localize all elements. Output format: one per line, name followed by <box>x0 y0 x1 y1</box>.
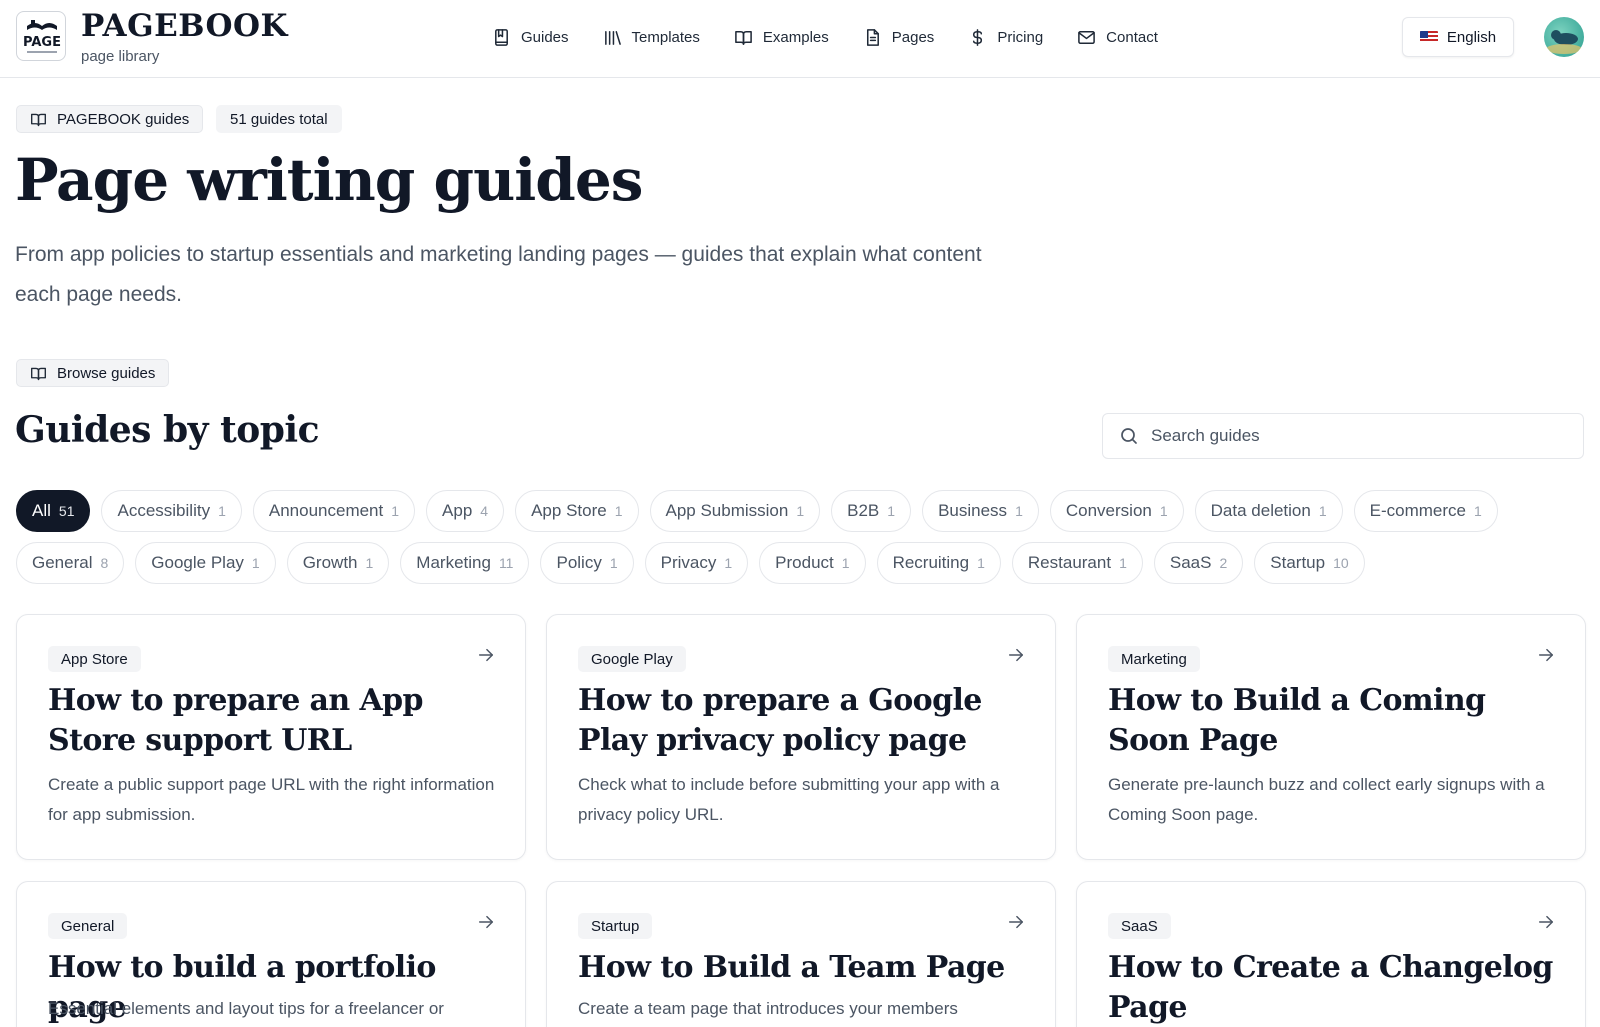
guide-card[interactable]: Marketing How to Build a Coming Soon Pag… <box>1076 614 1586 860</box>
card-title: How to prepare an App Store support URL <box>48 683 423 758</box>
guide-card[interactable]: Startup How to Build a Team Page Create … <box>546 881 1056 1027</box>
card-description: Create a team page that introduces your … <box>578 999 958 1018</box>
filter-chip-b2b[interactable]: B2B 1 <box>831 490 912 532</box>
document-icon <box>866 28 879 46</box>
filter-chip-data-deletion[interactable]: Data deletion 1 <box>1194 490 1343 532</box>
brand-name[interactable]: PAGEBOOK <box>81 8 288 44</box>
filter-chip-business[interactable]: Business 1 <box>922 490 1039 532</box>
user-avatar[interactable] <box>1544 17 1584 57</box>
filter-chip-marketing[interactable]: Marketing 11 <box>400 542 530 584</box>
nav-contact-label: Contact <box>1106 28 1158 46</box>
search-input[interactable] <box>1151 426 1551 446</box>
filter-chip-announcement[interactable]: Announcement 1 <box>252 490 416 532</box>
card-tag: SaaS <box>1108 913 1171 939</box>
card-description: Create a public support page URL with th… <box>48 775 495 824</box>
arrow-right-icon <box>1008 915 1024 929</box>
section-title: Guides by topic <box>15 409 320 451</box>
guide-card[interactable]: App Store How to prepare an App Store su… <box>16 614 526 860</box>
nav-guides-label: Guides <box>521 28 569 46</box>
filter-chip-all[interactable]: All 51 <box>16 490 91 532</box>
search-box[interactable] <box>1102 413 1584 459</box>
nav-pricing[interactable]: Pricing <box>968 24 1043 50</box>
topic-filters-row-2: General 8 Google Play 1 Growth 1 Marketing 1… <box>16 542 1376 584</box>
filter-chip-google-play[interactable]: Google Play 1 <box>135 542 276 584</box>
card-tag: General <box>48 913 128 939</box>
bookmark-book-icon <box>495 28 508 46</box>
guides-total-label: 51 guides total <box>230 110 328 128</box>
mail-icon <box>1078 30 1096 44</box>
guide-card[interactable]: General How to build a portfolio page Es… <box>16 881 526 1027</box>
card-description: Check what to include before submitting … <box>578 775 1000 824</box>
filter-chip-restaurant[interactable]: Restaurant 1 <box>1011 542 1143 584</box>
filter-chip-saas[interactable]: SaaS 2 <box>1153 542 1244 584</box>
guide-card[interactable]: SaaS How to Create a Changelog Page <box>1076 881 1586 1027</box>
open-book-icon <box>31 113 46 126</box>
card-tag: Marketing <box>1108 646 1200 672</box>
guide-card[interactable]: Google Play How to prepare a Google Play… <box>546 614 1056 860</box>
nav-pages-label: Pages <box>891 28 935 46</box>
brand-tagline: page library <box>81 48 160 65</box>
filter-chip-policy[interactable]: Policy 1 <box>540 542 634 584</box>
avatar-image-icon <box>1546 30 1582 54</box>
browse-badge: Browse guides <box>16 359 170 387</box>
nav-pricing-label: Pricing <box>997 28 1044 46</box>
arrow-right-icon <box>478 915 494 929</box>
filter-chip-recruiting[interactable]: Recruiting 1 <box>876 542 1001 584</box>
svg-text:PAGE: PAGE <box>23 35 61 50</box>
filter-chip-product[interactable]: Product 1 <box>759 542 866 584</box>
filter-chip-privacy[interactable]: Privacy 1 <box>644 542 749 584</box>
guides-total-badge: 51 guides total <box>216 105 342 133</box>
nav-examples-label: Examples <box>762 28 829 46</box>
browse-badge-label: Browse guides <box>57 364 156 382</box>
card-title: How to Create a Changelog Page <box>1108 950 1553 1025</box>
filter-chip-e-commerce[interactable]: E-commerce 1 <box>1353 490 1498 532</box>
card-title: How to Build a Coming Soon Page <box>1108 683 1486 758</box>
nav-examples[interactable]: Examples <box>734 24 829 50</box>
us-flag-icon <box>1419 31 1438 43</box>
nav-templates[interactable]: Templates <box>603 24 700 50</box>
guides-badge-label: PAGEBOOK guides <box>57 110 190 128</box>
card-description: Essential elements and layout tips for a… <box>48 999 444 1018</box>
topic-filters-row-1: All 51 Accessibility 1 Announcement 1 App 4 … <box>16 490 1509 532</box>
language-selector[interactable]: English <box>1402 17 1514 57</box>
guides-badge: PAGEBOOK guides <box>16 105 204 133</box>
page-description: From app policies to startup essentials … <box>15 243 982 306</box>
filter-chip-growth[interactable]: Growth 1 <box>286 542 390 584</box>
filter-chip-general[interactable]: General 8 <box>16 542 125 584</box>
filter-chip-startup[interactable]: Startup 10 <box>1254 542 1365 584</box>
open-book-icon <box>31 367 46 380</box>
filter-chip-accessibility[interactable]: Accessibility 1 <box>101 490 242 532</box>
search-icon <box>1121 428 1137 444</box>
logo[interactable]: PAGE <box>16 11 66 61</box>
card-title: How to Build a Team Page <box>578 950 1005 985</box>
logo-book-icon: PAGE <box>23 20 61 53</box>
nav-contact[interactable]: Contact <box>1077 24 1158 50</box>
top-header: PAGE PAGEBOOK page library Guides Templa… <box>0 0 1600 78</box>
filter-chip-app-submission[interactable]: App Submission 1 <box>649 490 821 532</box>
card-tag: Google Play <box>578 646 686 672</box>
arrow-right-icon <box>478 648 494 662</box>
filter-chip-app-store[interactable]: App Store 1 <box>515 490 639 532</box>
nav-pages[interactable]: Pages <box>863 24 935 50</box>
card-tag: Startup <box>578 913 653 939</box>
arrow-right-icon <box>1538 915 1554 929</box>
filter-chip-app[interactable]: App 4 <box>426 490 505 532</box>
page-title: Page writing guides <box>15 146 643 214</box>
arrow-right-icon <box>1008 648 1024 662</box>
main-nav: Guides Templates Examples Pages Pricing … <box>492 24 1192 50</box>
language-label: English <box>1446 28 1497 46</box>
nav-guides[interactable]: Guides <box>492 24 569 50</box>
dollar-icon <box>973 28 983 46</box>
arrow-right-icon <box>1538 648 1554 662</box>
nav-templates-label: Templates <box>631 28 700 46</box>
card-description: Generate pre-launch buzz and collect ear… <box>1108 775 1545 824</box>
card-title: How to prepare a Google Play privacy pol… <box>578 683 982 758</box>
library-icon <box>604 30 621 45</box>
card-tag: App Store <box>48 646 141 672</box>
open-book-icon <box>735 30 752 45</box>
filter-chip-conversion[interactable]: Conversion 1 <box>1049 490 1184 532</box>
